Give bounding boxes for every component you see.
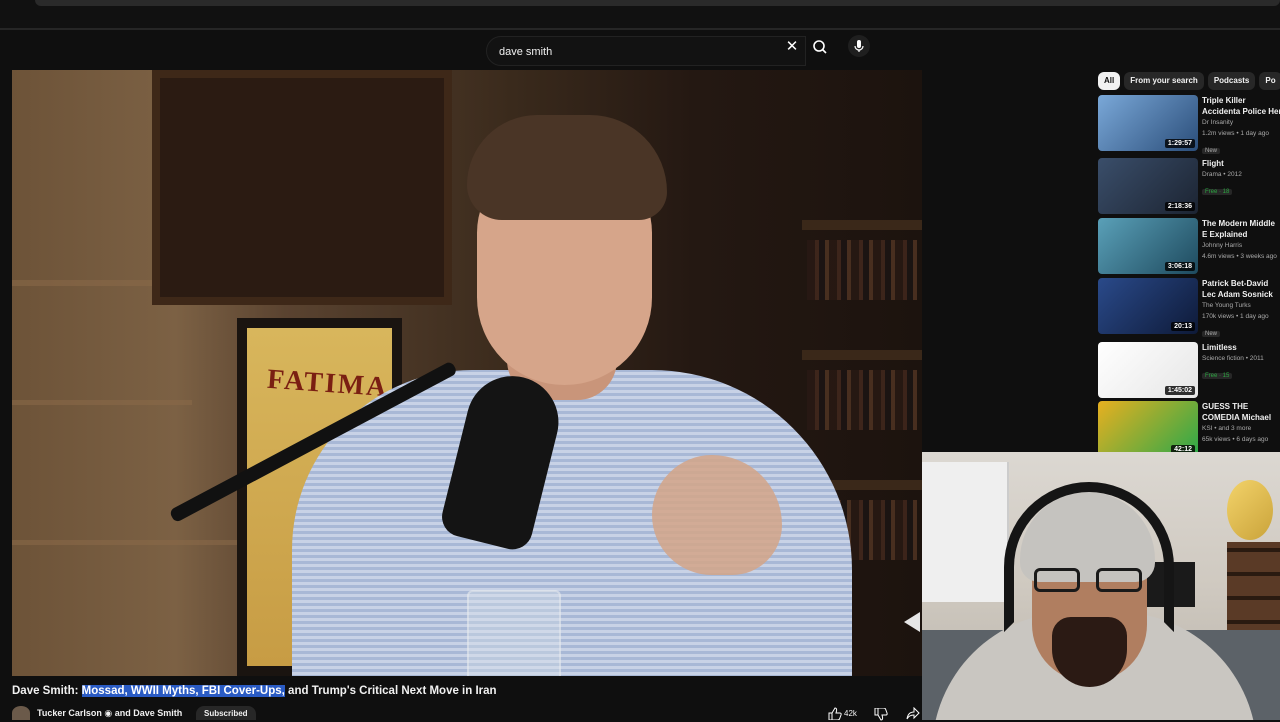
new-badge: New xyxy=(1202,331,1221,337)
free-badge: Free · 15 xyxy=(1202,373,1233,379)
duration-badge: 1:29:57 xyxy=(1164,139,1195,148)
avatar[interactable] xyxy=(12,706,30,720)
search-input[interactable] xyxy=(497,37,781,67)
close-icon: ✕ xyxy=(785,38,799,55)
video-thumbnail[interactable]: 2:18:36 xyxy=(1098,158,1198,214)
chip-podcasts[interactable]: Podcasts xyxy=(1207,72,1256,90)
tab-strip xyxy=(35,0,1280,6)
recommendation-item[interactable]: 3:06:18 The Modern Middle E Explained Jo… xyxy=(1098,218,1280,276)
video-thumbnail[interactable]: 3:06:18 xyxy=(1098,218,1198,274)
bookshelf xyxy=(802,220,922,230)
chip-from-your-search[interactable]: From your search xyxy=(1124,72,1204,90)
wood-plank xyxy=(12,540,242,545)
search-box[interactable] xyxy=(486,36,806,67)
recommendation-item[interactable]: 42:12 GUESS THE COMEDIA Michael McIntyre… xyxy=(1098,401,1280,459)
recommendation-meta: 4.6m views • 3 weeks ago xyxy=(1202,253,1277,260)
recommendation-item[interactable]: 2:18:36 Flight Drama • 2012 Free · 18 xyxy=(1098,158,1280,216)
channel-name[interactable]: Tucker Carlson ◉ and Dave Smith xyxy=(37,708,182,719)
thumbs-down-icon[interactable] xyxy=(874,708,888,721)
new-badge: New xyxy=(1202,148,1221,154)
recommendation-title[interactable]: GUESS THE COMEDIA Michael McIntyre, Ste xyxy=(1202,401,1280,423)
voice-search-button[interactable] xyxy=(848,35,870,57)
search-button[interactable] xyxy=(806,36,834,58)
video-thumbnail[interactable]: 1:29:57 xyxy=(1098,95,1198,151)
duration-badge: 1:45:02 xyxy=(1164,386,1195,395)
browser-top-bar xyxy=(0,0,1280,30)
kitchen-cabinet xyxy=(922,462,1009,602)
video-player[interactable]: FATIMA xyxy=(12,70,922,676)
recommendation-channel[interactable]: The Young Turks xyxy=(1202,300,1280,311)
recommendation-channel[interactable]: Johnny Harris xyxy=(1202,240,1280,251)
chip-more[interactable]: Po xyxy=(1259,72,1280,90)
recommendation-item[interactable]: 1:29:57 Triple Killer Accidenta Police H… xyxy=(1098,95,1280,154)
recommendation-meta: 65k views • 6 days ago xyxy=(1202,436,1269,443)
video-actions: 42k xyxy=(820,706,922,721)
video-thumbnail[interactable]: 1:45:02 xyxy=(1098,342,1198,398)
bookshelf xyxy=(802,350,922,360)
microphone-icon xyxy=(854,40,864,52)
books xyxy=(807,240,917,300)
recommendation-title[interactable]: Flight xyxy=(1202,158,1280,169)
channel-row: Tucker Carlson ◉ and Dave Smith Subscrib… xyxy=(12,706,912,720)
masthead xyxy=(0,30,1280,68)
like-count: 42k xyxy=(844,709,857,718)
subscribed-button[interactable]: Subscribed xyxy=(196,706,256,720)
duration-badge: 2:18:36 xyxy=(1164,202,1195,211)
recommendation-item[interactable]: 20:13 Patrick Bet-David Lec Adam Sosnick… xyxy=(1098,278,1280,337)
recommendation-item[interactable]: 1:45:02 Limitless Science fiction • 2011… xyxy=(1098,342,1280,400)
recommendation-meta: 1.2m views • 1 day ago xyxy=(1202,130,1269,137)
duration-badge: 3:06:18 xyxy=(1164,262,1195,271)
search-icon xyxy=(813,40,827,54)
books xyxy=(807,370,917,430)
pointer-arrow-icon xyxy=(904,612,920,632)
share-icon[interactable] xyxy=(906,707,920,720)
gold-balloon xyxy=(1227,480,1273,540)
video-thumbnail[interactable]: 20:13 xyxy=(1098,278,1198,334)
recommendation-title[interactable]: Limitless xyxy=(1202,342,1280,353)
duration-badge: 20:13 xyxy=(1171,322,1195,331)
water-glass xyxy=(467,590,561,676)
wood-plank xyxy=(12,400,192,405)
recommendation-title[interactable]: The Modern Middle E Explained xyxy=(1202,218,1280,240)
recommendation-channel[interactable]: KSI • and 3 more xyxy=(1202,423,1280,434)
video-thumbnail[interactable]: 42:12 xyxy=(1098,401,1198,457)
streamer-glasses xyxy=(1034,568,1146,596)
headphones xyxy=(1004,482,1174,632)
free-badge: Free · 18 xyxy=(1202,189,1233,195)
video-title: Dave Smith: Mossad, WWII Myths, FBI Cove… xyxy=(12,683,497,699)
clear-search-button[interactable]: ✕ xyxy=(784,36,800,58)
recommendation-channel: Science fiction • 2011 xyxy=(1202,355,1264,362)
recommendation-meta: 170k views • 1 day ago xyxy=(1202,313,1269,320)
wall-frame xyxy=(152,70,452,305)
title-suffix: and Trump's Critical Next Move in Iran xyxy=(284,685,497,697)
title-prefix: Dave Smith: xyxy=(12,685,82,697)
recommendation-title[interactable]: Triple Killer Accidenta Police Her Horri… xyxy=(1202,95,1280,117)
speaker-hair xyxy=(467,115,667,220)
recommendation-channel: Drama • 2012 xyxy=(1202,171,1242,178)
recommendation-channel[interactable]: Dr Insanity xyxy=(1202,117,1280,128)
webcam-overlay xyxy=(922,452,1280,720)
recommendation-title[interactable]: Patrick Bet-David Lec Adam Sosnick For G xyxy=(1202,278,1280,300)
thumbs-up-icon[interactable] xyxy=(828,707,842,720)
title-selected-text: Mossad, WWII Myths, FBI Cover-Ups, xyxy=(81,685,285,697)
chip-all[interactable]: All xyxy=(1098,72,1121,90)
filter-chips: All From your search Podcasts Po xyxy=(1098,70,1280,90)
